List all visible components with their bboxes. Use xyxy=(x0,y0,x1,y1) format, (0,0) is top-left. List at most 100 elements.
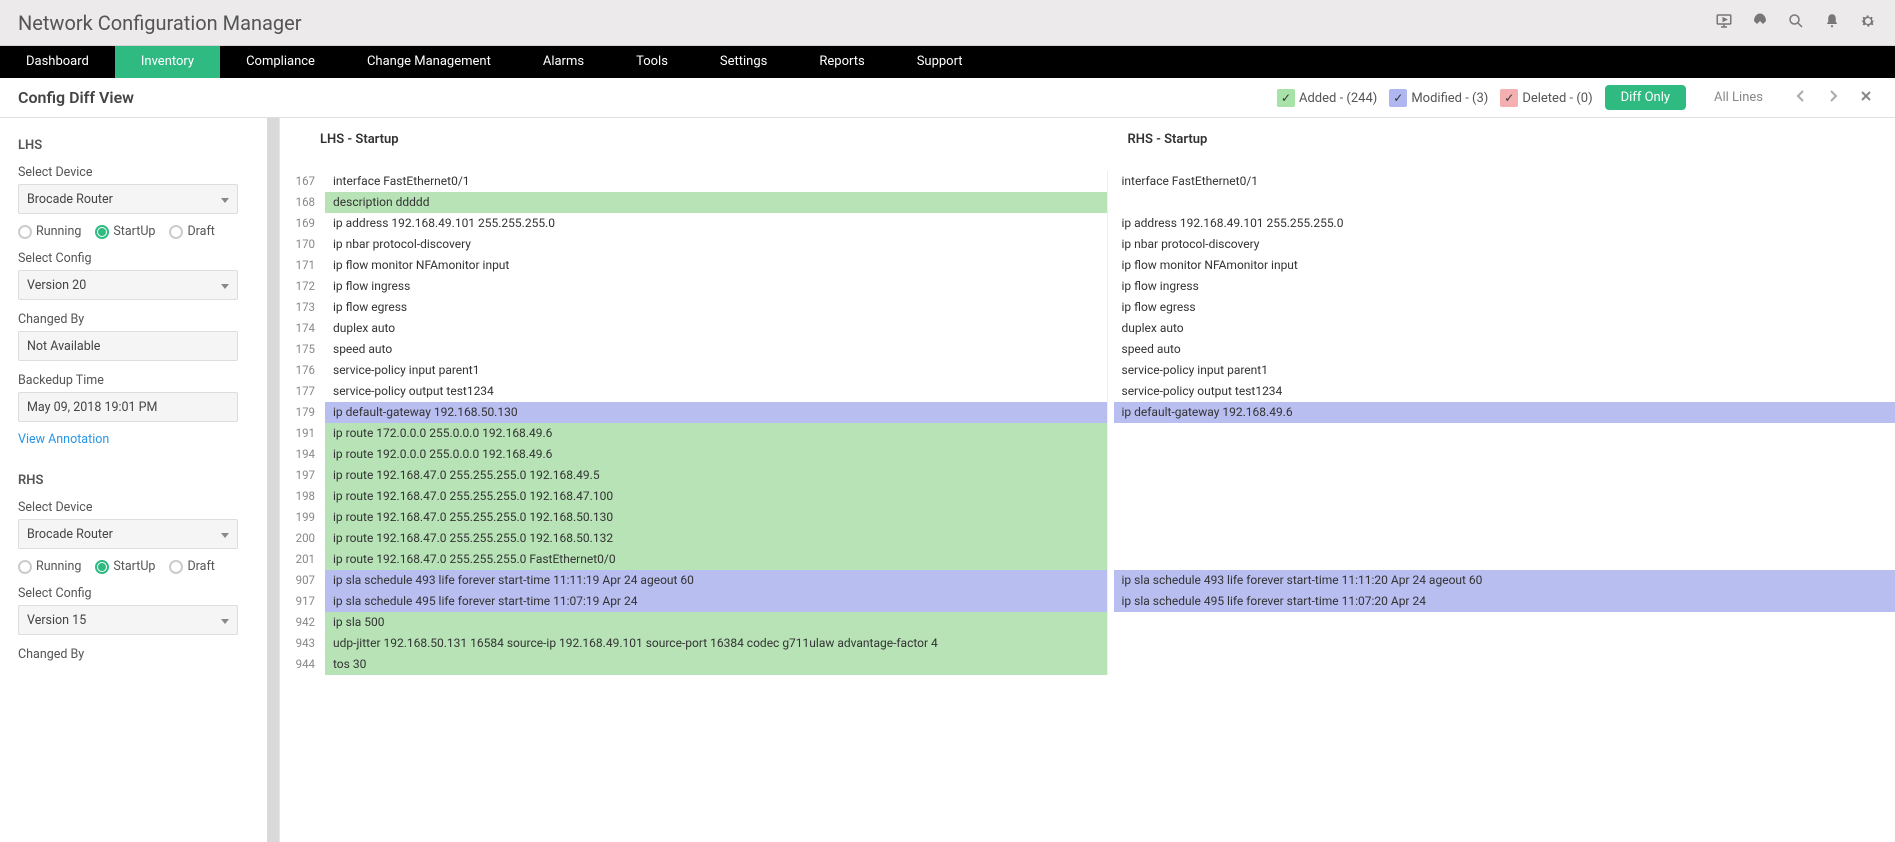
lhs-heading: LHS xyxy=(18,138,261,153)
lhs-cell: ip route 172.0.0.0 255.0.0.0 192.168.49.… xyxy=(325,423,1108,444)
nav-dashboard[interactable]: Dashboard xyxy=(0,46,115,78)
lhs-radio-running[interactable]: Running xyxy=(18,224,81,239)
rhs-cell: service-policy input parent1 xyxy=(1114,360,1895,381)
rhs-cell xyxy=(1114,486,1895,507)
modified-check-icon[interactable]: ✓ xyxy=(1389,89,1407,107)
rhs-cell xyxy=(1114,633,1895,654)
rhs-cell: interface FastEthernet0/1 xyxy=(1114,171,1895,192)
header-toolbar xyxy=(1715,12,1877,34)
line-number: 170 xyxy=(280,234,325,255)
lhs-config-select[interactable]: Version 20 xyxy=(18,270,238,300)
lhs-cell: ip route 192.0.0.0 255.0.0.0 192.168.49.… xyxy=(325,444,1108,465)
rhs-cell: ip default-gateway 192.168.49.6 xyxy=(1114,402,1895,423)
rhs-cell: ip flow monitor NFAmonitor input xyxy=(1114,255,1895,276)
diff-row: 201ip route 192.168.47.0 255.255.255.0 F… xyxy=(280,549,1895,570)
app-title: Network Configuration Manager xyxy=(18,11,302,35)
diff-row: 907 ip sla schedule 493 life forever star… xyxy=(280,570,1895,591)
line-number: 167 xyxy=(280,171,325,192)
rhs-cell: duplex auto xyxy=(1114,318,1895,339)
added-check-icon[interactable]: ✓ xyxy=(1277,89,1295,107)
rhs-cell: ip sla schedule 493 life forever start-t… xyxy=(1114,570,1895,591)
rhs-changed-by-label: Changed By xyxy=(18,647,261,662)
diff-row: 167interface FastEthernet0/1interface Fa… xyxy=(280,171,1895,192)
lhs-cell: interface FastEthernet0/1 xyxy=(325,171,1108,192)
lhs-radio-startup[interactable]: StartUp xyxy=(95,224,155,239)
lhs-radio-draft[interactable]: Draft xyxy=(169,224,214,239)
rhs-cell xyxy=(1114,528,1895,549)
lhs-select-device-label: Select Device xyxy=(18,165,261,180)
rhs-radio-running[interactable]: Running xyxy=(18,559,81,574)
lhs-cell: ip flow ingress xyxy=(325,276,1108,297)
nav-inventory[interactable]: Inventory xyxy=(115,46,220,78)
diff-row: 179ip default-gateway 192.168.50.130 ip d… xyxy=(280,402,1895,423)
lhs-cell: ip route 192.168.47.0 255.255.255.0 192.… xyxy=(325,465,1108,486)
view-annotation-link[interactable]: View Annotation xyxy=(18,432,109,447)
diff-area[interactable]: LHS - Startup RHS - Startup 167interface… xyxy=(280,118,1895,842)
page-title: Config Diff View xyxy=(18,88,134,107)
lhs-cell: ip address 192.168.49.101 255.255.255.0 xyxy=(325,213,1108,234)
rocket-icon[interactable] xyxy=(1751,12,1769,34)
rhs-config-select[interactable]: Version 15 xyxy=(18,605,238,635)
rhs-select-device-label: Select Device xyxy=(18,500,261,515)
rhs-radio-draft[interactable]: Draft xyxy=(169,559,214,574)
diff-row: 191ip route 172.0.0.0 255.0.0.0 192.168.… xyxy=(280,423,1895,444)
nav-compliance[interactable]: Compliance xyxy=(220,46,341,78)
line-number: 198 xyxy=(280,486,325,507)
rhs-cell: ip flow egress xyxy=(1114,297,1895,318)
next-diff-icon[interactable] xyxy=(1823,89,1843,107)
nav-settings[interactable]: Settings xyxy=(694,46,793,78)
prev-diff-icon[interactable] xyxy=(1791,89,1811,107)
diff-row: 175speed autospeed auto xyxy=(280,339,1895,360)
presentation-icon[interactable] xyxy=(1715,12,1733,34)
lhs-changed-by-value: Not Available xyxy=(18,331,238,361)
close-icon[interactable] xyxy=(1855,89,1877,107)
nav-reports[interactable]: Reports xyxy=(793,46,890,78)
rhs-device-select[interactable]: Brocade Router xyxy=(18,519,238,549)
line-number: 194 xyxy=(280,444,325,465)
diff-row: 171ip flow monitor NFAmonitor inputip fl… xyxy=(280,255,1895,276)
rhs-heading: RHS xyxy=(18,473,261,488)
lhs-cell: ip sla 500 xyxy=(325,612,1108,633)
gear-icon[interactable] xyxy=(1859,12,1877,34)
rhs-radio-startup[interactable]: StartUp xyxy=(95,559,155,574)
line-number: 907 xyxy=(280,570,325,591)
lhs-backedup-value: May 09, 2018 19:01 PM xyxy=(18,392,238,422)
diff-row: 168description ddddd xyxy=(280,192,1895,213)
lhs-cell: ip default-gateway 192.168.50.130 xyxy=(325,402,1108,423)
line-number: 168 xyxy=(280,192,325,213)
line-number: 199 xyxy=(280,507,325,528)
diff-row: 172ip flow ingressip flow ingress xyxy=(280,276,1895,297)
diff-row: 173ip flow egressip flow egress xyxy=(280,297,1895,318)
nav-change-management[interactable]: Change Management xyxy=(341,46,517,78)
line-number: 169 xyxy=(280,213,325,234)
sidebar-scrollbar[interactable] xyxy=(267,118,279,842)
diff-only-button[interactable]: Diff Only xyxy=(1605,85,1686,110)
all-lines-button[interactable]: All Lines xyxy=(1698,85,1779,110)
line-number: 175 xyxy=(280,339,325,360)
line-number: 179 xyxy=(280,402,325,423)
bell-icon[interactable] xyxy=(1823,12,1841,34)
line-number: 191 xyxy=(280,423,325,444)
nav-tools[interactable]: Tools xyxy=(610,46,694,78)
diff-row: 200ip route 192.168.47.0 255.255.255.0 1… xyxy=(280,528,1895,549)
lhs-device-select[interactable]: Brocade Router xyxy=(18,184,238,214)
diff-row: 917ip sla schedule 495 life forever star… xyxy=(280,591,1895,612)
nav-support[interactable]: Support xyxy=(891,46,989,78)
rhs-cell xyxy=(1114,423,1895,444)
line-number: 173 xyxy=(280,297,325,318)
main-nav: DashboardInventoryComplianceChange Manag… xyxy=(0,46,1895,78)
line-number: 201 xyxy=(280,549,325,570)
search-icon[interactable] xyxy=(1787,12,1805,34)
diff-row: 177service-policy output test1234service… xyxy=(280,381,1895,402)
lhs-cell: speed auto xyxy=(325,339,1108,360)
rhs-cell xyxy=(1114,192,1895,213)
line-number: 197 xyxy=(280,465,325,486)
deleted-check-icon[interactable]: ✓ xyxy=(1500,89,1518,107)
rhs-cell xyxy=(1114,507,1895,528)
nav-alarms[interactable]: Alarms xyxy=(517,46,610,78)
modified-label: Modified - (3) xyxy=(1411,91,1488,106)
rhs-cell: ip nbar protocol-discovery xyxy=(1114,234,1895,255)
lhs-cell: service-policy output test1234 xyxy=(325,381,1108,402)
rhs-cell: ip flow ingress xyxy=(1114,276,1895,297)
diff-row: 174duplex autoduplex auto xyxy=(280,318,1895,339)
